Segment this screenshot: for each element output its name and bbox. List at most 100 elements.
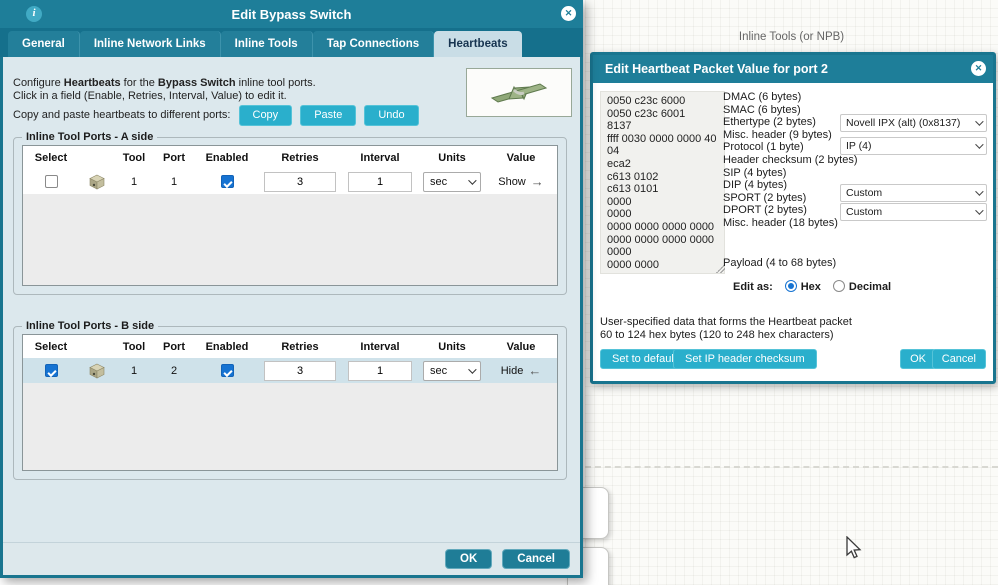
- col-value: Value: [506, 151, 536, 164]
- enabled-checkbox[interactable]: [220, 175, 234, 188]
- tab-bar: General Inline Network Links Inline Tool…: [0, 28, 583, 57]
- a-side-table: Select Tool Port Enabled Retries Interva…: [22, 145, 558, 286]
- inline-tool-ports-b-fieldset: Inline Tool Ports - B side Select Tool P…: [13, 320, 567, 480]
- field-label-ethertype: Ethertype (2 bytes): [723, 116, 816, 129]
- retries-input[interactable]: [264, 360, 336, 381]
- payload-label: Payload (4 to 68 bytes): [723, 257, 837, 269]
- arrow-left-icon: ←: [528, 363, 542, 378]
- intro-line1-text2: for the: [120, 77, 158, 89]
- radio-unselected-icon[interactable]: [832, 280, 845, 292]
- value-hide-link[interactable]: Hide ←: [501, 363, 542, 378]
- tab-inline-tools[interactable]: Inline Tools: [220, 31, 313, 57]
- field-label-misc-header-18: Misc. header (18 bytes): [723, 216, 838, 229]
- ok-button[interactable]: OK: [445, 549, 493, 569]
- decimal-radio-option[interactable]: Decimal: [832, 280, 892, 293]
- units-select[interactable]: sec: [423, 171, 481, 192]
- tab-tap-connections[interactable]: Tap Connections: [312, 31, 435, 57]
- value-label: Hide: [500, 364, 524, 377]
- col-units: Units: [438, 340, 466, 353]
- table-header-row: Select Tool Port Enabled Retries Interva…: [23, 146, 557, 169]
- col-tool: Tool: [122, 151, 146, 164]
- chevron-down-icon: [468, 364, 477, 374]
- mouse-cursor-icon: [846, 535, 862, 565]
- col-port: Port: [163, 340, 185, 353]
- table-row-selected[interactable]: 1 2 sec Hide ←: [23, 358, 557, 383]
- cancel-button[interactable]: Cancel: [502, 549, 570, 569]
- tab-inline-network-links[interactable]: Inline Network Links: [79, 31, 221, 57]
- close-icon[interactable]: ✕: [971, 61, 986, 76]
- tab-heartbeats[interactable]: Heartbeats: [434, 31, 522, 57]
- value-show-link[interactable]: Show →: [498, 174, 544, 189]
- intro-text: Configure Heartbeats for the Bypass Swit…: [13, 77, 458, 126]
- value-label: Show: [498, 175, 526, 188]
- dport-select[interactable]: Custom: [840, 203, 987, 221]
- hex-radio-option[interactable]: Hex: [784, 280, 821, 293]
- edit-bypass-switch-dialog: i Edit Bypass Switch ✕ General Inline Ne…: [0, 0, 583, 578]
- packet-hex-textarea[interactable]: 0050 c23c 6000 0050 c23c 6001 8137 ffff …: [600, 91, 725, 274]
- chevron-down-icon: [468, 175, 477, 185]
- select-checkbox[interactable]: [44, 175, 58, 188]
- col-retries: Retries: [281, 340, 319, 353]
- radio-selected-icon[interactable]: [784, 280, 797, 292]
- chevron-down-icon: [975, 140, 984, 149]
- retries-input[interactable]: [264, 171, 336, 192]
- table-empty-area: [23, 383, 557, 470]
- close-icon[interactable]: ✕: [561, 6, 576, 21]
- dialog-footer: OK Cancel: [3, 542, 580, 575]
- port-cell: 2: [170, 364, 178, 377]
- units-select[interactable]: sec: [423, 360, 481, 381]
- tool-cell: 1: [130, 175, 138, 188]
- ethertype-select[interactable]: Novell IPX (alt) (0x8137): [840, 114, 987, 132]
- port-cell: 1: [170, 175, 178, 188]
- dialog-body: 0050 c23c 6000 0050 c23c 6001 8137 ffff …: [593, 83, 993, 381]
- col-value: Value: [506, 340, 536, 353]
- hex-radio-label: Hex: [800, 281, 821, 293]
- undo-button[interactable]: Undo: [364, 105, 419, 126]
- decimal-radio-label: Decimal: [848, 281, 892, 293]
- col-select: Select: [34, 151, 68, 164]
- units-value: sec: [430, 364, 448, 377]
- enabled-checkbox[interactable]: [220, 364, 234, 377]
- inline-tool-icon: [89, 174, 105, 189]
- edit-as-group: Edit as: Hex Decimal: [733, 280, 891, 293]
- b-side-table: Select Tool Port Enabled Retries Interva…: [22, 334, 558, 471]
- dialog-title: Edit Heartbeat Packet Value for port 2: [605, 62, 828, 76]
- intro-line3-row: Copy and paste heartbeats to different p…: [13, 105, 458, 126]
- chevron-down-icon: [975, 206, 984, 215]
- dialog-titlebar: Edit Heartbeat Packet Value for port 2 ✕: [593, 55, 993, 83]
- field-label-misc-header-9: Misc. header (9 bytes): [723, 128, 832, 141]
- bypass-switch-icon-box: [466, 68, 572, 117]
- protocol-select[interactable]: IP (4): [840, 137, 987, 155]
- sport-select-value: Custom: [846, 187, 883, 199]
- units-value: sec: [430, 175, 448, 188]
- dialog-body: Configure Heartbeats for the Bypass Swit…: [0, 57, 583, 578]
- tool-cell: 1: [130, 364, 138, 377]
- field-label-dip: DIP (4 bytes): [723, 179, 787, 192]
- sport-select[interactable]: Custom: [840, 184, 987, 202]
- field-label-dmac: DMAC (6 bytes): [723, 91, 802, 103]
- field-label-dport: DPORT (2 bytes): [723, 204, 807, 217]
- col-enabled: Enabled: [205, 151, 249, 164]
- intro-heartbeats-bold: Heartbeats: [63, 77, 121, 89]
- col-enabled: Enabled: [205, 340, 249, 353]
- b-side-legend: Inline Tool Ports - B side: [26, 320, 155, 332]
- select-checkbox[interactable]: [44, 364, 58, 377]
- dialog-titlebar: i Edit Bypass Switch ✕: [0, 0, 583, 28]
- edit-as-label: Edit as:: [733, 280, 773, 293]
- copy-button[interactable]: Copy: [238, 105, 293, 126]
- arrow-right-icon: →: [530, 174, 544, 189]
- set-ip-header-checksum-button[interactable]: Set IP header checksum: [673, 349, 817, 369]
- cancel-button[interactable]: Cancel: [931, 349, 986, 369]
- info-icon[interactable]: i: [26, 6, 42, 22]
- dialog-title: Edit Bypass Switch: [231, 6, 352, 22]
- inline-tool-ports-a-fieldset: Inline Tool Ports - A side Select Tool P…: [13, 131, 567, 295]
- ok-button[interactable]: OK: [900, 349, 936, 369]
- paste-button[interactable]: Paste: [300, 105, 357, 126]
- field-label-header-checksum: Header checksum (2 bytes): [723, 153, 858, 166]
- col-select: Select: [34, 340, 68, 353]
- interval-input[interactable]: [348, 360, 412, 381]
- table-row[interactable]: 1 1 sec Show →: [23, 169, 557, 194]
- tab-general[interactable]: General: [8, 31, 80, 57]
- col-interval: Interval: [360, 151, 400, 164]
- interval-input[interactable]: [348, 171, 412, 192]
